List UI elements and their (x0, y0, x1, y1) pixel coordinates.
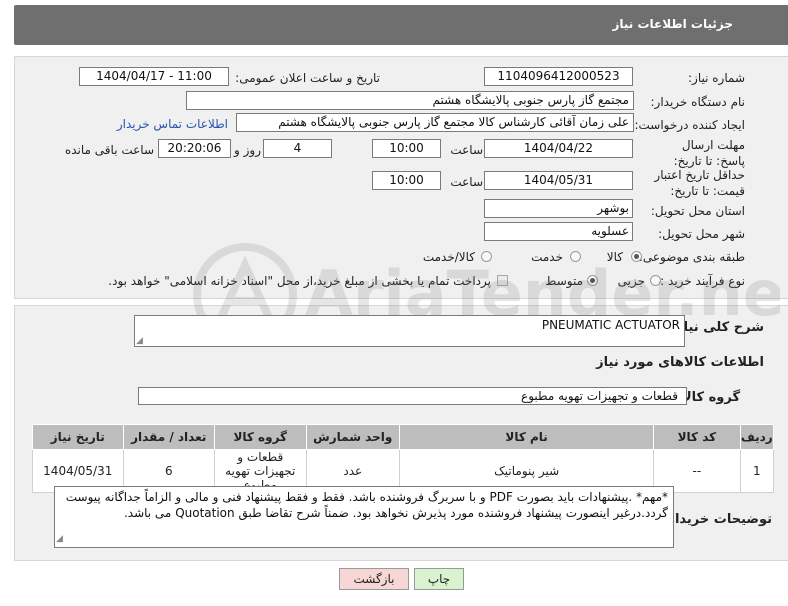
category-both-label: کالا/خدمت (422, 250, 475, 264)
col-qty: تعداد / مقدار (122, 424, 216, 450)
price-time-field: 10:00 (372, 171, 441, 190)
reply-time-field: 10:00 (372, 139, 441, 158)
process-minor-label: جزیی (617, 274, 645, 288)
col-row: ردیف (739, 424, 775, 450)
need-number-label: شماره نیاز: (688, 71, 745, 85)
reply-deadline-label: مهلت ارسال پاسخ: تا تاریخ: (673, 138, 745, 168)
buyer-org-label: نام دستگاه خریدار: (650, 95, 746, 109)
resize-handle-icon[interactable]: ◢ (56, 531, 63, 547)
days-field: 4 (263, 139, 332, 158)
process-minor-radio[interactable] (650, 275, 661, 286)
process-medium-radio[interactable] (587, 275, 598, 286)
page-title: جزئیات اطلاعات نیاز (612, 17, 733, 31)
creator-label: ایجاد کننده درخواست: (634, 118, 745, 132)
category-both-radio[interactable] (481, 251, 492, 262)
table-header-row: ردیف کد کالا نام کالا واحد شمارش گروه کا… (32, 424, 775, 450)
group-field: قطعات و تجهیزات تهویه مطبوع (138, 387, 687, 405)
creator-field: علی زمان آقائی کارشناس کالا مجتمع گاز پا… (236, 113, 634, 132)
col-code: کد کالا (653, 424, 741, 450)
items-section-title: اطلاعات کالاهای مورد نیاز (596, 355, 764, 370)
page-header: جزئیات اطلاعات نیاز (14, 5, 788, 45)
buyer-notes-field: *مهم* .پیشنهادات باید بصورت PDF و با سرب… (54, 486, 674, 548)
remaining-time-field: 20:20:06 (158, 139, 231, 158)
back-button[interactable]: بازگشت (339, 568, 409, 590)
category-label: طبقه بندی موضوعی: (638, 250, 745, 264)
col-group: گروه کالا (214, 424, 307, 450)
need-number-field: 1104096412000523 (484, 67, 633, 86)
price-date-field: 1404/05/31 (484, 171, 633, 190)
category-service-label: خدمت (531, 250, 563, 264)
announce-field: 1404/04/17 - 11:00 (79, 67, 229, 86)
reply-time-label: ساعت (450, 143, 483, 157)
remaining-label: ساعت باقی مانده (64, 143, 154, 157)
province-field: بوشهر (484, 199, 633, 218)
days-label: روز و (234, 143, 261, 157)
buyer-org-field: مجتمع گاز پارس جنوبی پالایشگاه هشتم (186, 91, 634, 110)
city-label: شهر محل تحویل: (658, 227, 745, 241)
process-medium-label: متوسط (545, 274, 583, 288)
col-unit: واحد شمارش (305, 424, 401, 450)
category-goods-label: کالا (606, 250, 623, 264)
city-field: عسلویه (484, 222, 633, 241)
buyer-notes-label: توضیحات خریدار: (662, 512, 772, 527)
category-service-radio[interactable] (570, 251, 581, 262)
buyer-contact-link[interactable]: اطلاعات تماس خریدار (117, 117, 228, 131)
process-label: نوع فرآیند خرید : (660, 274, 745, 288)
province-label: استان محل تحویل: (650, 204, 745, 218)
description-field: PNEUMATIC ACTUATOR ◢ (134, 315, 685, 347)
reply-date-field: 1404/04/22 (484, 139, 633, 158)
items-table: ردیف کد کالا نام کالا واحد شمارش گروه کا… (32, 424, 775, 493)
announce-label: تاریخ و ساعت اعلان عمومی: (235, 71, 380, 85)
category-goods-radio[interactable] (631, 251, 642, 262)
col-name: نام کالا (399, 424, 655, 450)
resize-handle-icon[interactable]: ◢ (136, 336, 143, 346)
price-validity-label: حداقل تاریخ اعتبار قیمت: تا تاریخ: (654, 168, 745, 198)
treasury-payment-checkbox[interactable] (497, 275, 508, 286)
print-button[interactable]: چاپ (414, 568, 464, 590)
price-time-label: ساعت (450, 175, 483, 189)
treasury-payment-note: پرداخت تمام یا بخشی از مبلغ خرید،از محل … (108, 274, 491, 288)
col-date: تاریخ نیاز (32, 424, 124, 450)
cell-row: 1 (739, 449, 775, 493)
